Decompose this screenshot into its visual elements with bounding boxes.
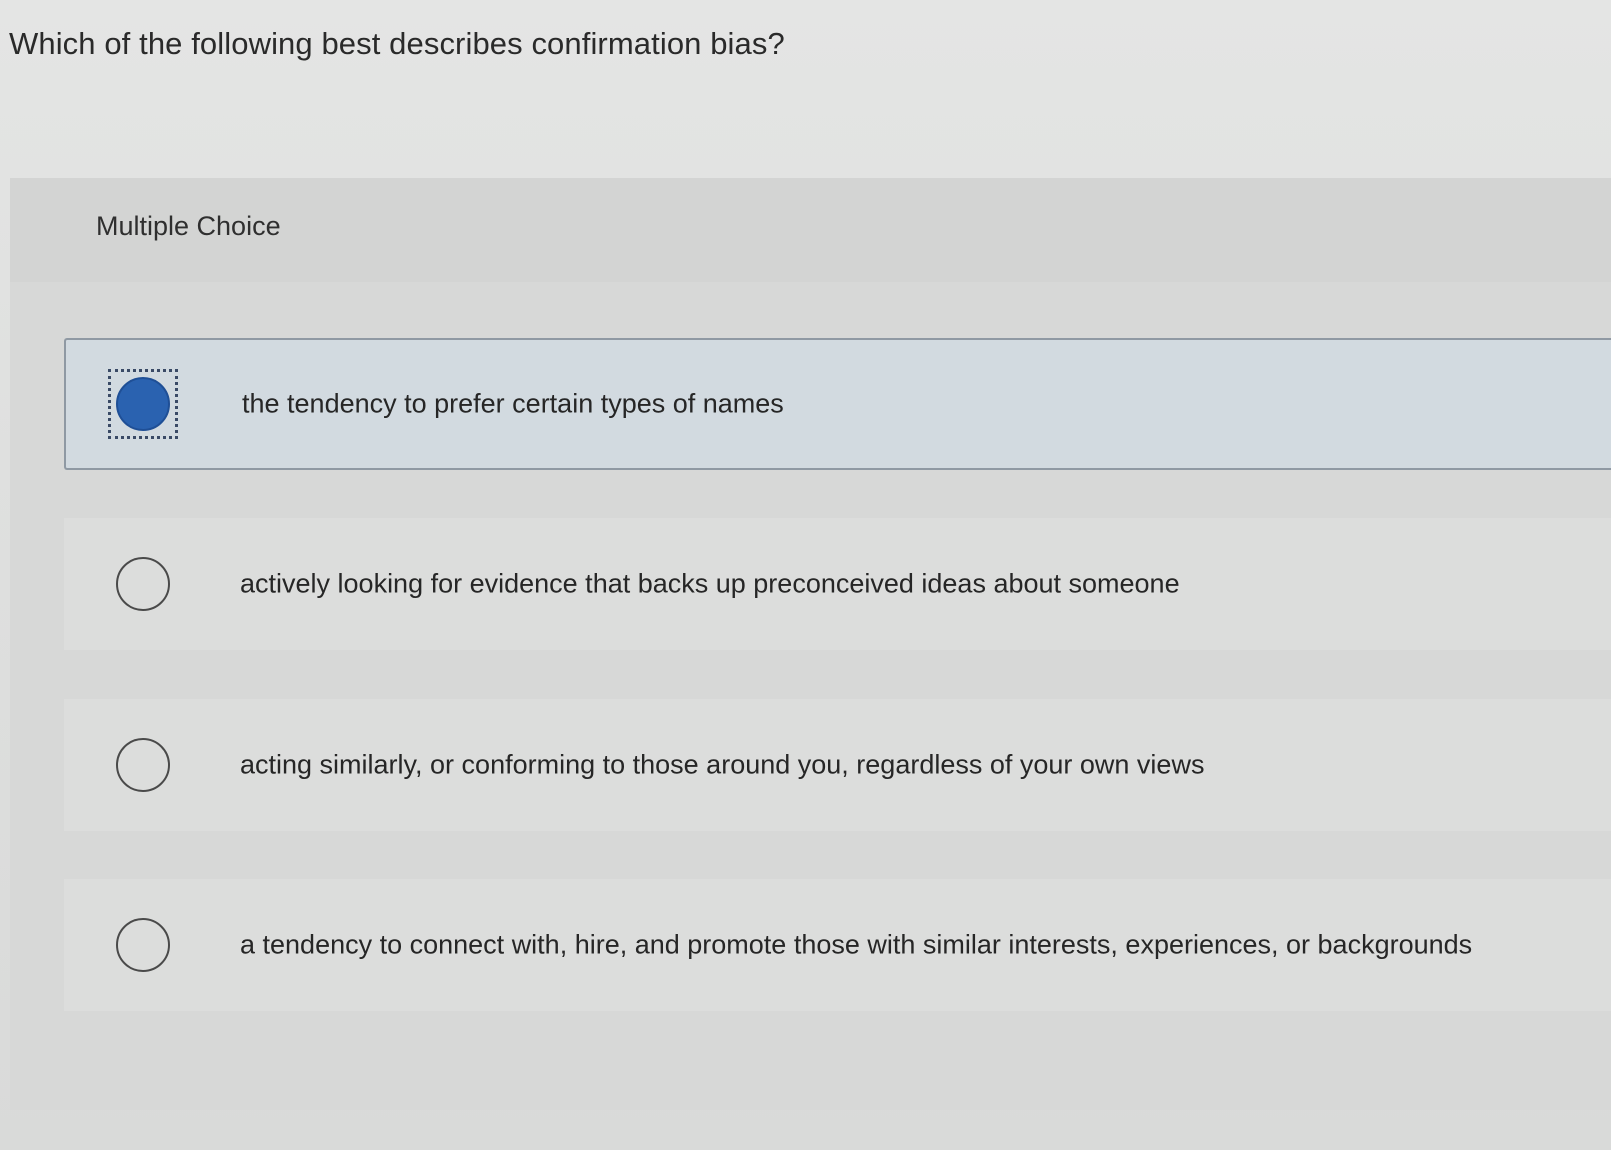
radio-button[interactable] [116, 918, 170, 972]
question-type-label: Multiple Choice [96, 211, 281, 241]
choice-label: the tendency to prefer certain types of … [242, 388, 784, 419]
choice-label: acting similarly, or conforming to those… [240, 749, 1205, 780]
choice-option-3[interactable]: acting similarly, or conforming to those… [64, 699, 1611, 831]
choice-option-4[interactable]: a tendency to connect with, hire, and pr… [64, 879, 1611, 1011]
radio-button-selected[interactable] [116, 377, 170, 431]
choice-option-2[interactable]: actively looking for evidence that backs… [64, 518, 1611, 650]
radio-button[interactable] [116, 557, 170, 611]
radio-button[interactable] [116, 738, 170, 792]
focus-outline [108, 369, 178, 439]
multiple-choice-panel: Multiple Choice the tendency to prefer c… [10, 178, 1611, 1110]
choice-label: actively looking for evidence that backs… [240, 568, 1180, 599]
choice-label: a tendency to connect with, hire, and pr… [240, 929, 1473, 960]
choice-option-1[interactable]: the tendency to prefer certain types of … [64, 338, 1611, 470]
question-text: Which of the following best describes co… [9, 26, 785, 61]
panel-header: Multiple Choice [10, 178, 1611, 282]
